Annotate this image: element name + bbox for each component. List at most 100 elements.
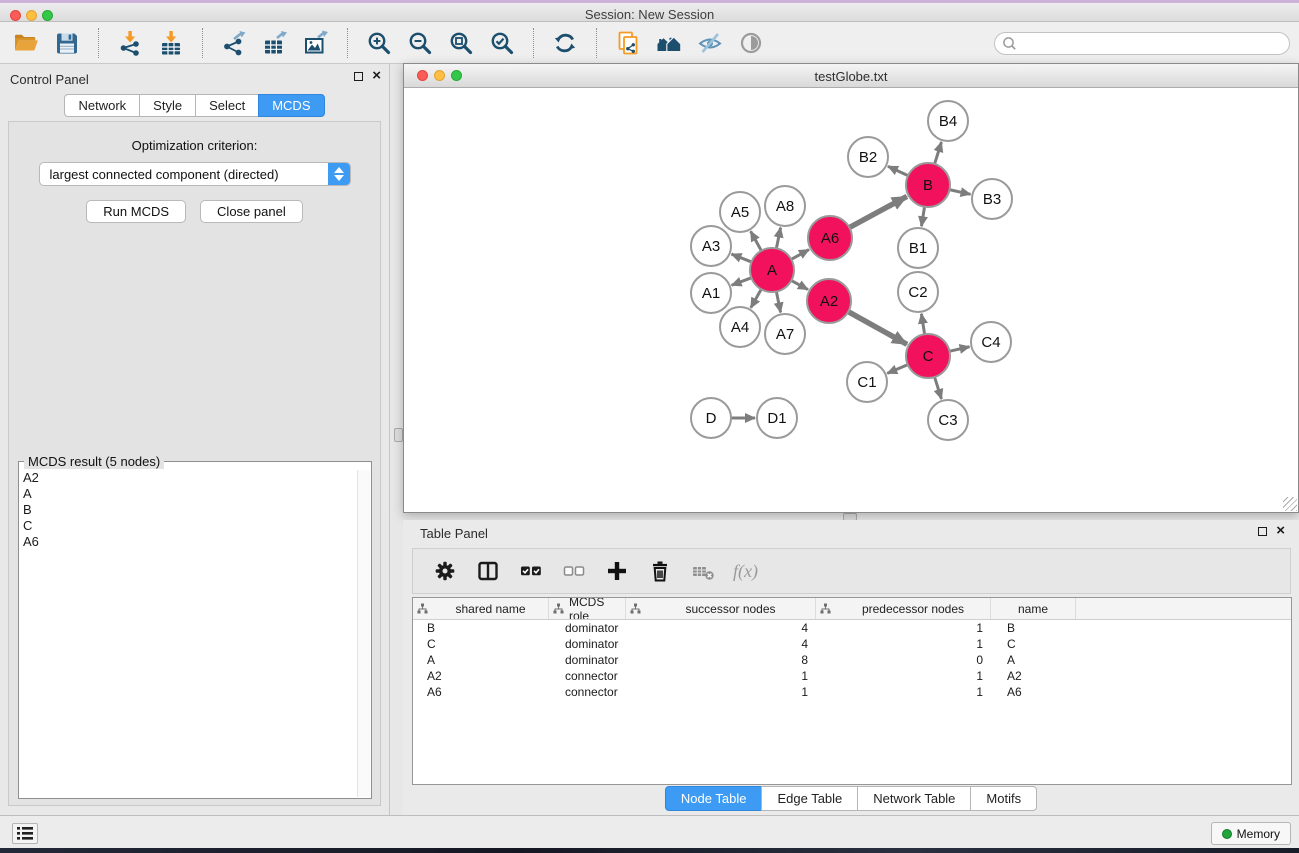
tab-node-table[interactable]: Node Table	[665, 786, 763, 811]
table-cell[interactable]: A	[991, 653, 1076, 667]
first-neighbors-icon[interactable]	[655, 29, 683, 57]
column-header-successor-nodes[interactable]: successor nodes	[626, 598, 816, 619]
table-cell[interactable]: connector	[549, 685, 626, 699]
function-builder-icon[interactable]: f(x)	[733, 561, 758, 582]
column-header-shared-name[interactable]: shared name	[413, 598, 549, 619]
table-cell[interactable]: 1	[816, 637, 991, 651]
show-column-icon[interactable]	[475, 558, 501, 584]
graph-edge-A-A2[interactable]	[790, 280, 808, 290]
mcds-result-item[interactable]: A6	[21, 534, 355, 550]
graph-edge-B-B3[interactable]	[948, 189, 971, 194]
export-network-icon[interactable]	[220, 29, 248, 57]
deselect-all-checkboxes-icon[interactable]	[561, 558, 587, 584]
show-graphics-details-icon[interactable]	[737, 29, 765, 57]
mcds-result-item[interactable]: C	[21, 518, 355, 534]
add-row-icon[interactable]	[604, 558, 630, 584]
delete-row-trash-icon[interactable]	[647, 558, 673, 584]
import-table-icon[interactable]	[157, 29, 185, 57]
graph-edge-A-A6[interactable]	[790, 250, 809, 261]
float-panel-icon[interactable]	[354, 72, 363, 81]
table-cell[interactable]: A2	[991, 669, 1076, 683]
table-settings-gear-icon[interactable]	[432, 558, 458, 584]
close-panel-icon[interactable]: ×	[1276, 526, 1285, 536]
graph-edge-C-C3[interactable]	[934, 375, 941, 399]
new-network-from-selection-icon[interactable]	[614, 29, 642, 57]
table-cell[interactable]: 8	[626, 653, 816, 667]
hide-graphics-details-icon[interactable]	[696, 29, 724, 57]
close-panel-icon[interactable]: ×	[372, 71, 381, 81]
zoom-in-icon[interactable]	[365, 29, 393, 57]
graph-edge-C-C4[interactable]	[948, 347, 970, 352]
graph-edge-A-A3[interactable]	[731, 254, 753, 263]
table-row[interactable]: A6connector11A6	[413, 684, 1291, 700]
graph-edge-B-B1[interactable]	[921, 205, 924, 227]
table-row[interactable]: Bdominator41B	[413, 620, 1291, 636]
vertical-splitter-grip[interactable]	[394, 428, 403, 442]
table-cell[interactable]: dominator	[549, 637, 626, 651]
table-cell[interactable]: A	[413, 653, 549, 667]
tab-network[interactable]: Network	[64, 94, 140, 117]
graph-edge-A-A8[interactable]	[776, 228, 781, 251]
optimization-criterion-select[interactable]: largest connected component (directed)	[39, 162, 351, 186]
tab-motifs[interactable]: Motifs	[970, 786, 1037, 811]
table-cell[interactable]: connector	[549, 669, 626, 683]
tab-select[interactable]: Select	[195, 94, 259, 117]
graph-edge-B-B2[interactable]	[888, 166, 910, 176]
graph-edge-C-C1[interactable]	[887, 364, 909, 374]
table-cell[interactable]: dominator	[549, 653, 626, 667]
table-cell[interactable]: 1	[626, 669, 816, 683]
table-cell[interactable]: 1	[626, 685, 816, 699]
run-mcds-button[interactable]: Run MCDS	[86, 200, 186, 223]
mcds-result-scrollbar[interactable]	[357, 470, 370, 797]
mcds-result-item[interactable]: A2	[21, 470, 355, 486]
tab-mcds[interactable]: MCDS	[258, 94, 324, 117]
task-history-button[interactable]	[12, 823, 38, 844]
table-cell[interactable]: 1	[816, 669, 991, 683]
network-window-titlebar[interactable]: testGlobe.txt	[404, 64, 1298, 88]
graph-edge-A-A5[interactable]	[751, 231, 763, 252]
tab-style[interactable]: Style	[139, 94, 196, 117]
graph-edge-A-A7[interactable]	[776, 290, 781, 313]
tab-network-table[interactable]: Network Table	[857, 786, 971, 811]
memory-button[interactable]: Memory	[1211, 822, 1291, 845]
graph-edge-A-A4[interactable]	[751, 287, 762, 307]
export-table-icon[interactable]	[261, 29, 289, 57]
zoom-selected-icon[interactable]	[488, 29, 516, 57]
table-cell[interactable]: 1	[816, 621, 991, 635]
graph-edge-B-B4[interactable]	[934, 142, 941, 166]
table-cell[interactable]: B	[991, 621, 1076, 635]
column-header-predecessor-nodes[interactable]: predecessor nodes	[816, 598, 991, 619]
table-cell[interactable]: dominator	[549, 621, 626, 635]
table-cell[interactable]: 1	[816, 685, 991, 699]
column-header-name[interactable]: name	[991, 598, 1076, 619]
graph-edge-C-C2[interactable]	[921, 314, 925, 337]
zoom-fit-icon[interactable]	[447, 29, 475, 57]
table-cell[interactable]: A6	[991, 685, 1076, 699]
select-all-checkboxes-icon[interactable]	[518, 558, 544, 584]
refresh-icon[interactable]	[551, 29, 579, 57]
graph-edge-A2-C[interactable]	[846, 311, 907, 345]
table-cell[interactable]: C	[991, 637, 1076, 651]
column-header-mcds-role[interactable]: MCDS role	[549, 598, 626, 619]
search-field[interactable]	[994, 32, 1290, 55]
table-cell[interactable]: A2	[413, 669, 549, 683]
table-row[interactable]: Cdominator41C	[413, 636, 1291, 652]
table-row[interactable]: Adominator80A	[413, 652, 1291, 668]
close-panel-button[interactable]: Close panel	[200, 200, 303, 223]
mcds-result-item[interactable]: A	[21, 486, 355, 502]
mcds-result-item[interactable]: B	[21, 502, 355, 518]
table-cell[interactable]: C	[413, 637, 549, 651]
export-image-icon[interactable]	[302, 29, 330, 57]
import-network-icon[interactable]	[116, 29, 144, 57]
table-cell[interactable]: 4	[626, 637, 816, 651]
delete-table-icon[interactable]	[690, 558, 716, 584]
table-cell[interactable]: 0	[816, 653, 991, 667]
open-file-icon[interactable]	[12, 29, 40, 57]
zoom-out-icon[interactable]	[406, 29, 434, 57]
graph-edge-A6-B[interactable]	[848, 196, 907, 228]
graph-edge-A-A1[interactable]	[732, 277, 754, 285]
table-cell[interactable]: B	[413, 621, 549, 635]
save-session-icon[interactable]	[53, 29, 81, 57]
float-panel-icon[interactable]	[1258, 527, 1267, 536]
window-resize-grip[interactable]	[1283, 497, 1297, 511]
